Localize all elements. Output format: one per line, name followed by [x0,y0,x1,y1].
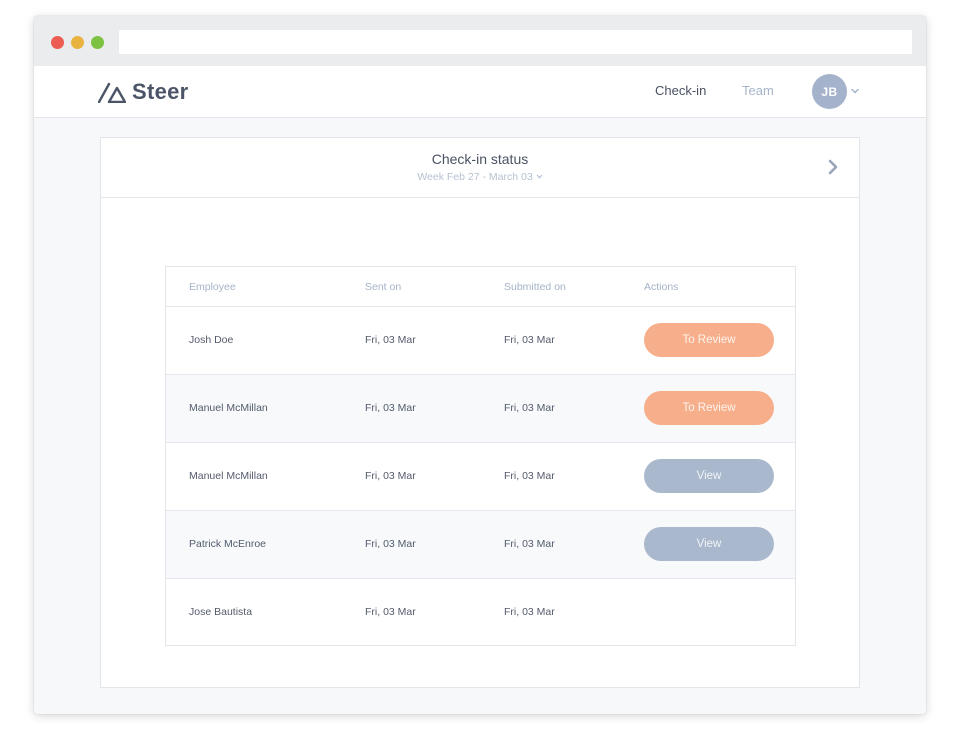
check-in-table: Employee Sent on Submitted on Actions Jo… [165,266,796,646]
to-review-button[interactable]: To Review [644,323,774,357]
sent-on-date: Fri, 03 Mar [365,334,416,346]
page-title: Check-in status [431,151,529,167]
user-avatar[interactable]: JB [812,74,847,109]
submitted-on-date: Fri, 03 Mar [504,470,555,482]
chevron-right-icon[interactable] [827,159,839,175]
view-button[interactable]: View [644,459,774,493]
employee-name: Manuel McMillan [189,402,268,414]
browser-titlebar [34,16,926,66]
submitted-on-date: Fri, 03 Mar [504,334,555,346]
steer-logo-icon [98,82,126,103]
address-bar[interactable] [119,30,912,54]
nav-link-check-in[interactable]: Check-in [655,83,706,98]
sent-on-date: Fri, 03 Mar [365,538,416,550]
nav-link-team[interactable]: Team [742,83,774,98]
sent-on-date: Fri, 03 Mar [365,470,416,482]
table-row: Patrick McEnroe Fri, 03 Mar Fri, 03 Mar … [166,511,795,579]
sent-on-date: Fri, 03 Mar [365,606,416,618]
week-selector[interactable]: Week Feb 27 - March 03 [101,171,859,183]
card-header: Check-in status Week Feb 27 - March 03 [101,138,859,198]
to-review-button[interactable]: To Review [644,391,774,425]
week-label: Week Feb 27 - March 03 [417,171,533,183]
sent-on-date: Fri, 03 Mar [365,402,416,414]
table-row: Jose Bautista Fri, 03 Mar Fri, 03 Mar [166,579,795,646]
column-header-actions: Actions [644,281,679,293]
table-row: Josh Doe Fri, 03 Mar Fri, 03 Mar To Revi… [166,307,795,375]
column-header-submitted-on[interactable]: Submitted on [504,281,566,293]
column-header-sent-on[interactable]: Sent on [365,281,401,293]
table-header: Employee Sent on Submitted on Actions [166,267,795,307]
column-header-employee[interactable]: Employee [189,281,236,293]
brand-name: Steer [132,79,189,104]
submitted-on-date: Fri, 03 Mar [504,402,555,414]
employee-name: Jose Bautista [189,606,253,618]
table-row: Manuel McMillan Fri, 03 Mar Fri, 03 Mar … [166,375,795,443]
brand-logo[interactable]: Steer [98,78,189,106]
window-close-button[interactable] [51,36,64,49]
employee-name: Manuel McMillan [189,470,268,482]
submitted-on-date: Fri, 03 Mar [504,538,555,550]
chevron-down-icon[interactable] [850,87,860,95]
window-minimize-button[interactable] [71,36,84,49]
browser-window: Steer Check-in Team JB Check-in status W… [34,16,926,714]
employee-name: Josh Doe [189,334,234,346]
check-in-card: Check-in status Week Feb 27 - March 03 E… [100,137,860,688]
employee-name: Patrick McEnroe [189,538,267,550]
view-button[interactable]: View [644,527,774,561]
table-row: Manuel McMillan Fri, 03 Mar Fri, 03 Mar … [166,443,795,511]
top-navigation: Steer Check-in Team JB [34,66,926,118]
submitted-on-date: Fri, 03 Mar [504,606,555,618]
window-zoom-button[interactable] [91,36,104,49]
chevron-down-icon [536,174,543,179]
